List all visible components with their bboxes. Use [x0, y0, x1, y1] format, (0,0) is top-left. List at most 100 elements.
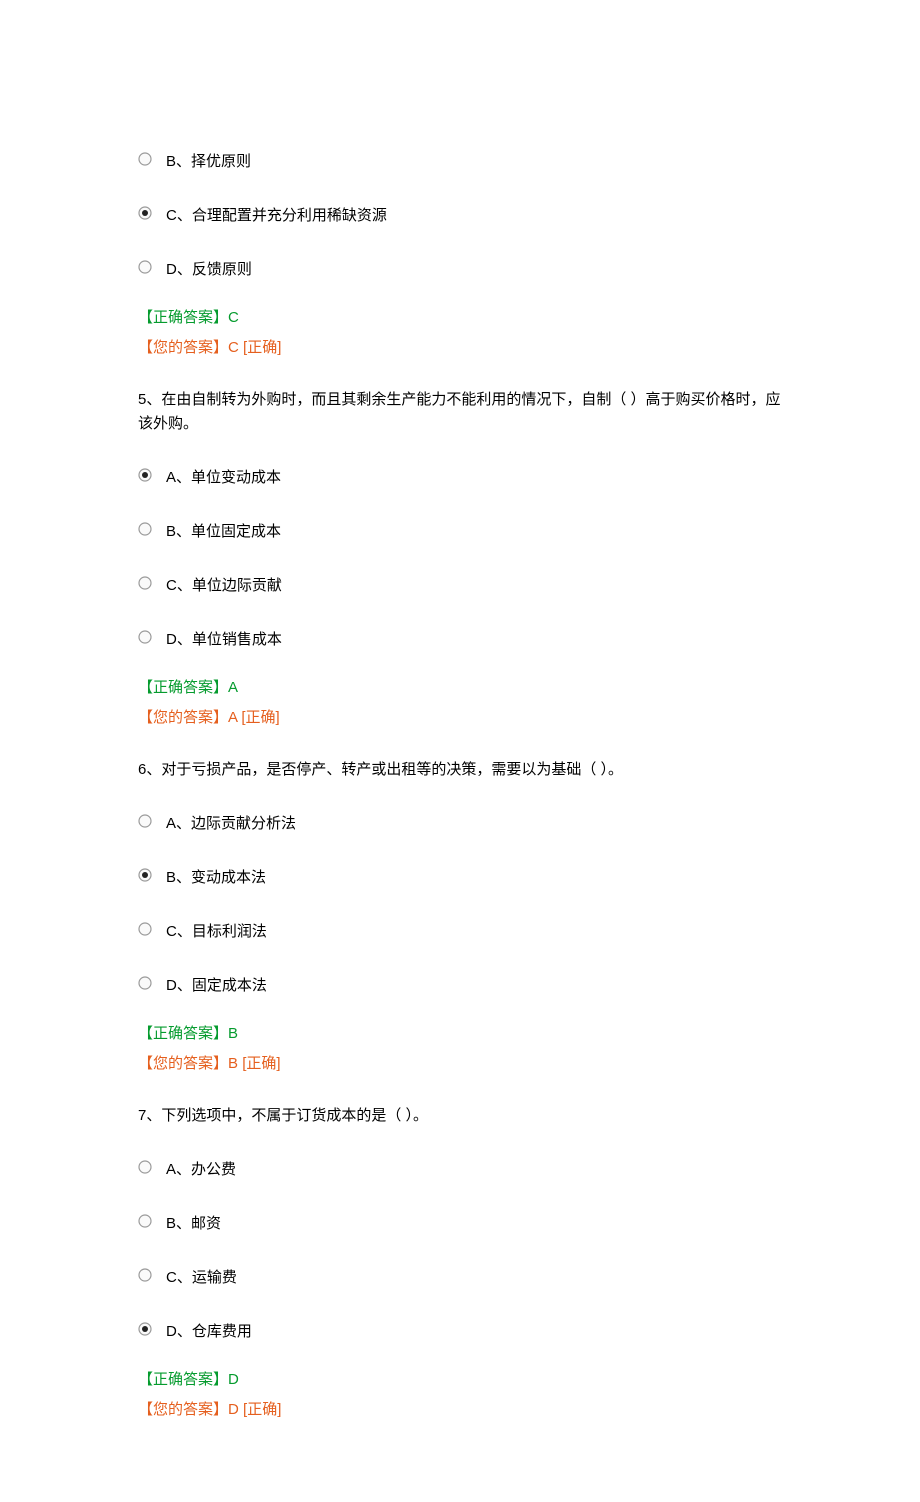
option-letter: A、 — [166, 815, 191, 832]
option-label: 邮资 — [191, 1215, 221, 1232]
correct-answer-line: 【正确答案】B — [138, 1022, 782, 1046]
option-text: B、变动成本法 — [166, 860, 266, 890]
radio-unselected-icon[interactable] — [138, 630, 152, 644]
question-prompt: 6、对于亏损产品，是否停产、转产或出租等的决策，需要以为基础（ ）。 — [138, 758, 782, 782]
radio-unselected-icon[interactable] — [138, 922, 152, 936]
radio-unselected-icon[interactable] — [138, 814, 152, 828]
option-label: 仓库费用 — [192, 1323, 252, 1340]
option-row[interactable]: C、单位边际贡献 — [138, 568, 782, 598]
option-text: C、合理配置并充分利用稀缺资源 — [166, 198, 387, 228]
your-answer-value: D — [228, 1401, 239, 1418]
option-text: D、固定成本法 — [166, 968, 267, 998]
option-letter: C、 — [166, 207, 192, 224]
correct-answer-label: 【正确答案】 — [138, 309, 228, 326]
option-label: 单位边际贡献 — [192, 577, 282, 594]
correct-answer-line: 【正确答案】C — [138, 306, 782, 330]
correct-answer-value: A — [228, 679, 238, 696]
radio-unselected-icon[interactable] — [138, 976, 152, 990]
option-label: 边际贡献分析法 — [191, 815, 296, 832]
option-letter: D、 — [166, 261, 192, 278]
option-text: B、择优原则 — [166, 144, 251, 174]
your-answer-label: 【您的答案】 — [138, 1401, 228, 1418]
answer-status: [正确] — [241, 709, 279, 726]
option-label: 单位销售成本 — [192, 631, 282, 648]
answer-status: [正确] — [242, 1055, 280, 1072]
option-text: B、单位固定成本 — [166, 514, 281, 544]
radio-unselected-icon[interactable] — [138, 576, 152, 590]
option-letter: C、 — [166, 577, 192, 594]
option-row[interactable]: C、运输费 — [138, 1260, 782, 1290]
option-row[interactable]: D、固定成本法 — [138, 968, 782, 998]
correct-answer-value: D — [228, 1371, 239, 1388]
your-answer-label: 【您的答案】 — [138, 1055, 228, 1072]
correct-answer-line: 【正确答案】A — [138, 676, 782, 700]
correct-answer-value: B — [228, 1025, 238, 1042]
option-label: 办公费 — [191, 1161, 236, 1178]
option-letter: C、 — [166, 923, 192, 940]
option-label: 反馈原则 — [192, 261, 252, 278]
your-answer-label: 【您的答案】 — [138, 339, 228, 356]
option-label: 目标利润法 — [192, 923, 267, 940]
radio-selected-icon[interactable] — [138, 868, 152, 882]
option-row[interactable]: B、择优原则 — [138, 144, 782, 174]
radio-unselected-icon[interactable] — [138, 522, 152, 536]
question-block-1: 5、在由自制转为外购时，而且其剩余生产能力不能利用的情况下，自制（ ）高于购买价… — [138, 388, 782, 730]
radio-unselected-icon[interactable] — [138, 152, 152, 166]
option-label: 单位变动成本 — [191, 469, 281, 486]
option-letter: A、 — [166, 469, 191, 486]
option-row[interactable]: A、边际贡献分析法 — [138, 806, 782, 836]
radio-unselected-icon[interactable] — [138, 1160, 152, 1174]
option-row[interactable]: C、合理配置并充分利用稀缺资源 — [138, 198, 782, 228]
question-block-0: B、择优原则 C、合理配置并充分利用稀缺资源 D、反馈原则【正确答案】C 【您的答案】… — [138, 144, 782, 360]
your-answer-line: 【您的答案】B [正确] — [138, 1052, 782, 1076]
question-prompt: 7、下列选项中，不属于订货成本的是（ ）。 — [138, 1104, 782, 1128]
radio-unselected-icon[interactable] — [138, 1268, 152, 1282]
option-letter: C、 — [166, 1269, 192, 1286]
your-answer-line: 【您的答案】D [正确] — [138, 1398, 782, 1422]
option-label: 变动成本法 — [191, 869, 266, 886]
your-answer-label: 【您的答案】 — [138, 709, 228, 726]
correct-answer-line: 【正确答案】D — [138, 1368, 782, 1392]
option-label: 运输费 — [192, 1269, 237, 1286]
option-text: C、运输费 — [166, 1260, 237, 1290]
option-letter: D、 — [166, 1323, 192, 1340]
correct-answer-label: 【正确答案】 — [138, 679, 228, 696]
radio-selected-icon[interactable] — [138, 206, 152, 220]
radio-unselected-icon[interactable] — [138, 260, 152, 274]
your-answer-line: 【您的答案】C [正确] — [138, 336, 782, 360]
option-text: C、目标利润法 — [166, 914, 267, 944]
answer-status: [正确] — [243, 1401, 281, 1418]
option-text: D、反馈原则 — [166, 252, 252, 282]
radio-selected-icon[interactable] — [138, 1322, 152, 1336]
option-row[interactable]: D、反馈原则 — [138, 252, 782, 282]
option-row[interactable]: D、仓库费用 — [138, 1314, 782, 1344]
option-letter: B、 — [166, 869, 191, 886]
your-answer-line: 【您的答案】A [正确] — [138, 706, 782, 730]
radio-selected-icon[interactable] — [138, 468, 152, 482]
answer-status: [正确] — [243, 339, 281, 356]
option-letter: D、 — [166, 631, 192, 648]
option-row[interactable]: B、单位固定成本 — [138, 514, 782, 544]
quiz-container: B、择优原则C、合理配置并充分利用稀缺资源D、反馈原则【正确答案】C【您的答案】… — [138, 144, 782, 1422]
option-row[interactable]: C、目标利润法 — [138, 914, 782, 944]
option-letter: D、 — [166, 977, 192, 994]
option-row[interactable]: B、邮资 — [138, 1206, 782, 1236]
option-text: A、边际贡献分析法 — [166, 806, 296, 836]
correct-answer-label: 【正确答案】 — [138, 1025, 228, 1042]
option-row[interactable]: A、办公费 — [138, 1152, 782, 1182]
option-row[interactable]: A、单位变动成本 — [138, 460, 782, 490]
option-row[interactable]: B、变动成本法 — [138, 860, 782, 890]
option-label: 固定成本法 — [192, 977, 267, 994]
question-prompt: 5、在由自制转为外购时，而且其剩余生产能力不能利用的情况下，自制（ ）高于购买价… — [138, 388, 782, 436]
option-text: C、单位边际贡献 — [166, 568, 282, 598]
option-text: D、仓库费用 — [166, 1314, 252, 1344]
option-row[interactable]: D、单位销售成本 — [138, 622, 782, 652]
option-letter: B、 — [166, 523, 191, 540]
correct-answer-label: 【正确答案】 — [138, 1371, 228, 1388]
radio-unselected-icon[interactable] — [138, 1214, 152, 1228]
option-label: 择优原则 — [191, 153, 251, 170]
option-text: A、办公费 — [166, 1152, 236, 1182]
question-block-2: 6、对于亏损产品，是否停产、转产或出租等的决策，需要以为基础（ ）。 A、边际贡献… — [138, 758, 782, 1076]
option-text: A、单位变动成本 — [166, 460, 281, 490]
option-letter: A、 — [166, 1161, 191, 1178]
